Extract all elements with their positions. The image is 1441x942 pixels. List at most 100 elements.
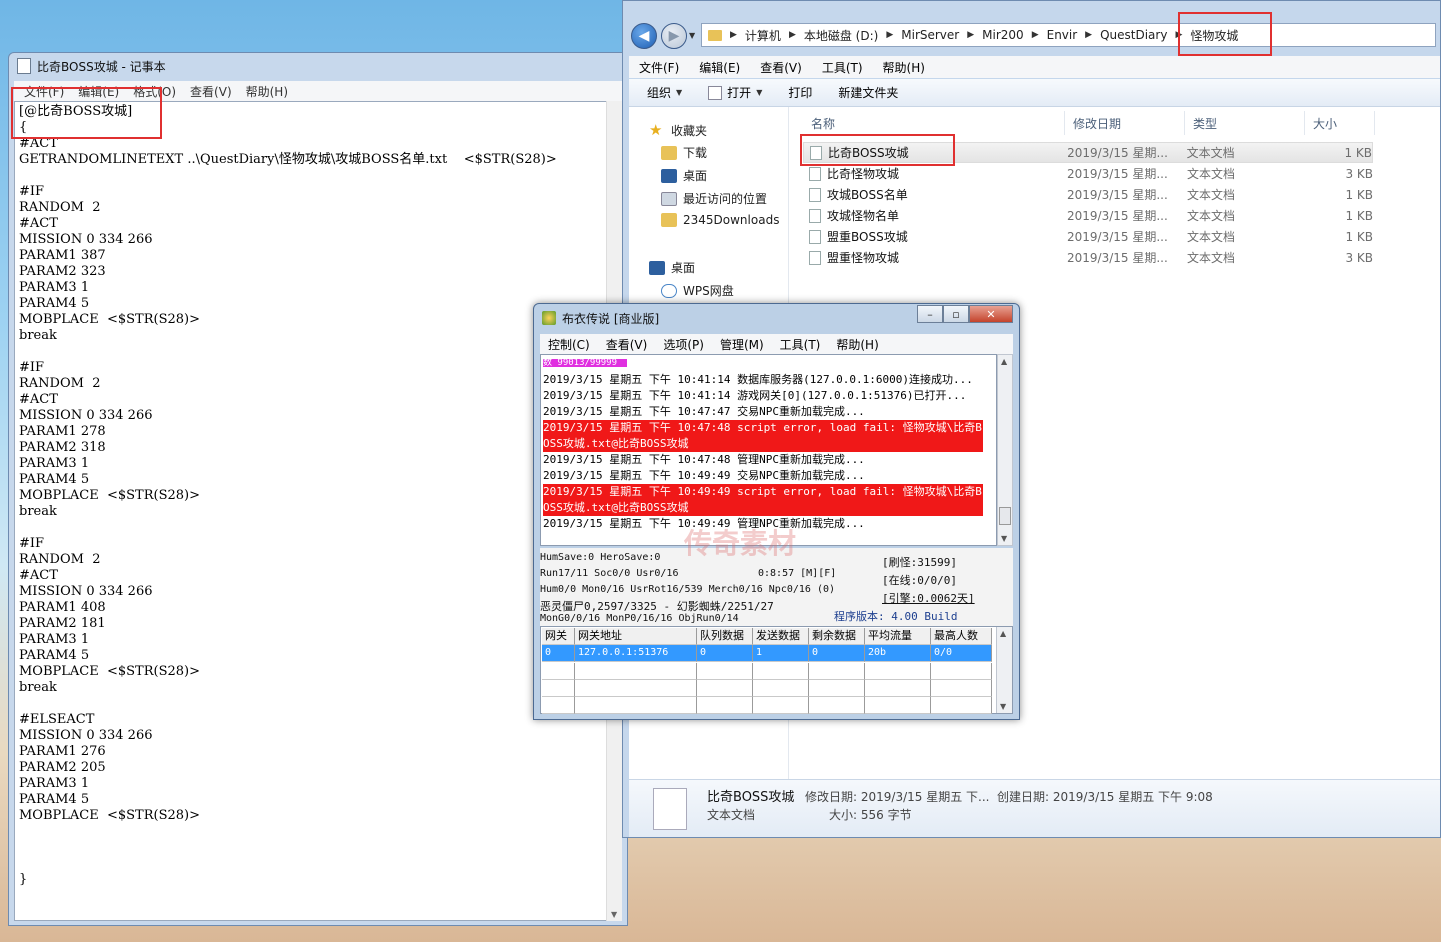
menu-options[interactable]: 选项(P) [663, 336, 704, 353]
col-gateway-address[interactable]: 网关地址 [575, 628, 697, 645]
new-folder-button[interactable]: 新建文件夹 [838, 84, 898, 101]
menu-edit[interactable]: 编辑(E) [699, 59, 740, 76]
file-type: 文本文档 [1187, 230, 1236, 244]
print-button[interactable]: 打印 [788, 84, 812, 101]
col-max-users[interactable]: 最高人数 [931, 628, 992, 645]
log-line: 2019/3/15 星期五 下午 10:47:47 交易NPC重新加载完成... [543, 405, 865, 418]
menu-view[interactable]: 查看(V) [760, 59, 802, 76]
scroll-thumb[interactable] [999, 507, 1011, 525]
log-line: 2019/3/15 星期五 下午 10:49:49 交易NPC重新加载完成... [543, 469, 865, 482]
text-line: PARAM1 276 [19, 744, 106, 759]
table-row[interactable]: 0 127.0.0.1:51376 0 1 0 20b 0/0 [542, 645, 992, 662]
nav-wps[interactable]: WPS网盘 [661, 282, 734, 299]
chevron-right-icon[interactable]: ▶ [1032, 30, 1039, 40]
scroll-down-icon[interactable]: ▼ [611, 910, 617, 919]
chevron-right-icon[interactable]: ▶ [730, 30, 737, 40]
explorer-toolbar: 组织 ▼ 打开 ▼ 打印 新建文件夹 [629, 79, 1440, 107]
nav-downloads[interactable]: 下载 [661, 144, 707, 161]
chevron-right-icon[interactable]: ▶ [1085, 30, 1092, 40]
nav-2345downloads[interactable]: 2345Downloads [661, 213, 779, 227]
menu-view[interactable]: 查看(V) [606, 336, 648, 353]
text-line: MISSION 0 334 266 [19, 584, 153, 599]
menu-help[interactable]: 帮助(H) [836, 336, 878, 353]
col-remaining[interactable]: 剩余数据 [809, 628, 865, 645]
scroll-up-icon[interactable]: ▲ [1001, 357, 1007, 366]
scroll-down-icon[interactable]: ▼ [1001, 534, 1007, 543]
breadcrumb-mirserver[interactable]: MirServer [901, 28, 959, 42]
folder-icon [708, 29, 722, 41]
gateway-table: 网关 网关地址 队列数据 发送数据 剩余数据 平均流量 最高人数 0 127.0… [540, 626, 1013, 714]
col-sent[interactable]: 发送数据 [753, 628, 809, 645]
column-date[interactable]: 修改日期 [1065, 111, 1185, 135]
col-gateway[interactable]: 网关 [542, 628, 575, 645]
menu-help[interactable]: 帮助(H) [883, 59, 925, 76]
menu-manage[interactable]: 管理(M) [720, 336, 764, 353]
text-line: RANDOM 2 [19, 200, 101, 215]
text-line [19, 696, 617, 712]
file-row[interactable]: 比奇怪物攻城 2019/3/15 星期... 文本文档 3 KB [803, 163, 1373, 184]
nav-recent[interactable]: 最近访问的位置 [661, 190, 767, 207]
file-row[interactable]: 盟重BOSS攻城 2019/3/15 星期... 文本文档 1 KB [803, 226, 1373, 247]
nav-desktop[interactable]: 桌面 [661, 167, 707, 184]
menu-control[interactable]: 控制(C) [548, 336, 590, 353]
breadcrumb-envir[interactable]: Envir [1047, 28, 1078, 42]
column-name[interactable]: 名称 [803, 111, 1065, 135]
scroll-up-icon[interactable]: ▲ [1000, 629, 1006, 638]
notepad-text-area[interactable]: [@比奇BOSS攻城]{#ACT GETRANDOMLINETEXT ..\Que… [14, 101, 622, 921]
menu-help[interactable]: 帮助(H) [246, 83, 288, 100]
maximize-button[interactable]: ▫ [943, 305, 969, 323]
table-row-empty [542, 697, 992, 714]
watermark: 传奇素材 [684, 527, 797, 560]
text-line [19, 520, 617, 536]
details-modified: 修改日期: 2019/3/15 星期五 下... [805, 790, 990, 804]
stat-run: Run17/11 Soc0/0 Usr0/16 [540, 568, 679, 579]
forward-button[interactable]: ▶ [661, 23, 687, 49]
text-line: PARAM4 5 [19, 648, 90, 663]
server-log[interactable]: 数 99013/99999 2019/3/15 星期五 下午 10:41:14 … [540, 354, 997, 546]
chevron-right-icon[interactable]: ▶ [967, 30, 974, 40]
nav-downloads-label: 下载 [683, 146, 708, 160]
breadcrumb-disk[interactable]: 本地磁盘 (D:) [804, 27, 878, 44]
nav-desktop-root[interactable]: 桌面 [649, 259, 695, 276]
menu-tools[interactable]: 工具(T) [822, 59, 863, 76]
file-type: 文本文档 [1187, 167, 1236, 181]
highlight-box-folder [1178, 12, 1272, 56]
col-queue[interactable]: 队列数据 [697, 628, 753, 645]
nav-desktop-root-label: 桌面 [671, 261, 696, 275]
log-lines: 2019/3/15 星期五 下午 10:41:14 数据库服务器(127.0.0… [543, 372, 994, 532]
details-created: 创建日期: 2019/3/15 星期五 下午 9:08 [997, 790, 1213, 804]
address-bar[interactable]: ▶ 计算机 ▶ 本地磁盘 (D:) ▶ MirServer ▶ Mir200 ▶… [701, 23, 1436, 47]
file-name: 比奇怪物攻城 [827, 167, 900, 181]
file-row[interactable]: 攻城BOSS名单 2019/3/15 星期... 文本文档 1 KB [803, 184, 1373, 205]
nav-favorites[interactable]: ★ 收藏夹 [649, 121, 707, 139]
file-row[interactable]: 盟重怪物攻城 2019/3/15 星期... 文本文档 3 KB [803, 247, 1373, 268]
downloads-folder-icon [661, 145, 677, 160]
minimize-button[interactable]: – [917, 305, 943, 323]
history-dropdown-icon[interactable]: ▼ [689, 31, 695, 40]
column-size[interactable]: 大小 [1305, 111, 1375, 135]
text-line: PARAM3 1 [19, 776, 90, 791]
menu-tools[interactable]: 工具(T) [780, 336, 821, 353]
organize-button[interactable]: 组织 ▼ [647, 84, 682, 101]
text-line: #ACT [19, 216, 58, 231]
file-row[interactable]: 攻城怪物名单 2019/3/15 星期... 文本文档 1 KB [803, 205, 1373, 226]
file-date: 2019/3/15 星期... [1067, 230, 1168, 244]
scroll-down-icon[interactable]: ▼ [1000, 702, 1006, 711]
open-button[interactable]: 打开 ▼ [708, 84, 762, 101]
menu-file[interactable]: 文件(F) [639, 59, 679, 76]
back-button[interactable]: ◀ [631, 23, 657, 49]
table-scrollbar[interactable]: ▲ ▼ [996, 627, 1012, 713]
notepad-titlebar[interactable]: 比奇BOSS攻城 - 记事本 [9, 53, 627, 79]
chevron-down-icon: ▼ [756, 88, 763, 97]
column-type[interactable]: 类型 [1185, 111, 1305, 135]
col-avg-traffic[interactable]: 平均流量 [865, 628, 931, 645]
breadcrumb-mir200[interactable]: Mir200 [982, 28, 1024, 42]
chevron-right-icon[interactable]: ▶ [886, 30, 893, 40]
chevron-right-icon[interactable]: ▶ [789, 30, 796, 40]
breadcrumb-questdiary[interactable]: QuestDiary [1100, 28, 1167, 42]
breadcrumb-computer[interactable]: 计算机 [745, 27, 781, 44]
log-scrollbar[interactable]: ▲ ▼ [997, 354, 1013, 546]
open-label: 打开 [727, 86, 752, 100]
close-button[interactable]: ✕ [969, 305, 1013, 323]
menu-view[interactable]: 查看(V) [190, 83, 232, 100]
